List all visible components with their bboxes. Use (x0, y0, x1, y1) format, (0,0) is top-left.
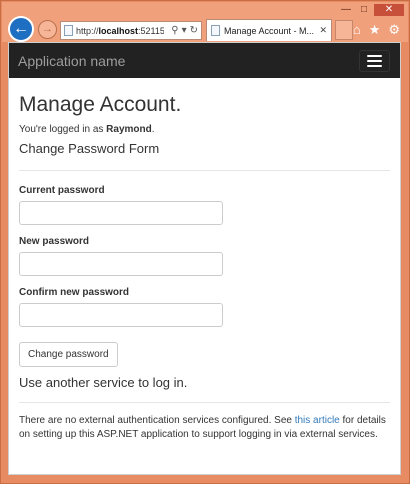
close-icon[interactable]: ✕ (374, 4, 404, 16)
current-password-label: Current password (19, 185, 105, 196)
new-password-group: New password (19, 236, 390, 276)
navbar: Application name (9, 43, 400, 78)
window-controls: — □ ✕ (338, 4, 404, 16)
page-title: Manage Account. (19, 93, 182, 116)
minimize-icon[interactable]: — (338, 4, 354, 15)
tab-close-icon[interactable]: ✕ (319, 25, 327, 36)
address-bar[interactable]: http://localhost:52115 ⚲ ▾ ↻ (60, 21, 202, 40)
divider (19, 170, 390, 171)
external-auth-note: There are no external authentication ser… (19, 415, 386, 440)
browser-chrome: — □ ✕ ← → http://localhost:52115 ⚲ ▾ ↻ M… (2, 2, 408, 42)
this-article-link[interactable]: this article (295, 415, 340, 426)
confirm-password-label: Confirm new password (19, 287, 130, 298)
new-tab-button[interactable] (335, 20, 353, 40)
settings-gear-icon[interactable]: ⚙ (388, 22, 400, 38)
external-login-heading: Use another service to log in. (19, 375, 188, 390)
tab-page-icon (211, 25, 220, 36)
address-text[interactable]: http://localhost:52115 (76, 26, 164, 36)
username: Raymond (106, 124, 152, 135)
new-password-field[interactable] (19, 252, 223, 276)
login-status: You're logged in as Raymond. (19, 124, 155, 135)
refresh-icon[interactable]: ↻ (190, 25, 198, 36)
current-password-group: Current password (19, 185, 390, 225)
maximize-icon[interactable]: □ (356, 4, 372, 15)
menu-toggle-button[interactable] (359, 49, 390, 72)
tab-title: Manage Account - M... (224, 25, 315, 36)
forward-button[interactable]: → (38, 20, 57, 39)
brand-link[interactable]: Application name (18, 53, 125, 69)
dropdown-arrow-icon[interactable]: ▾ (182, 25, 187, 36)
favorites-star-icon[interactable]: ★ (369, 22, 381, 38)
current-password-field[interactable] (19, 201, 223, 225)
form-heading: Change Password Form (19, 141, 160, 156)
hamburger-icon (367, 54, 382, 57)
change-password-button[interactable]: Change password (19, 342, 118, 367)
home-icon[interactable]: ⌂ (353, 22, 361, 38)
new-password-label: New password (19, 236, 90, 247)
browser-window: — □ ✕ ← → http://localhost:52115 ⚲ ▾ ↻ M… (0, 0, 410, 484)
page-viewport: Application name Manage Account. You're … (8, 42, 401, 475)
divider (19, 402, 390, 403)
main-content: Manage Account. You're logged in as Raym… (9, 93, 400, 442)
tab-manage-account[interactable]: Manage Account - M... ✕ (206, 19, 332, 41)
search-icon[interactable]: ⚲ (171, 25, 178, 36)
page-icon (64, 25, 73, 36)
back-button[interactable]: ← (8, 16, 34, 42)
confirm-password-field[interactable] (19, 303, 223, 327)
confirm-password-group: Confirm new password (19, 287, 390, 327)
